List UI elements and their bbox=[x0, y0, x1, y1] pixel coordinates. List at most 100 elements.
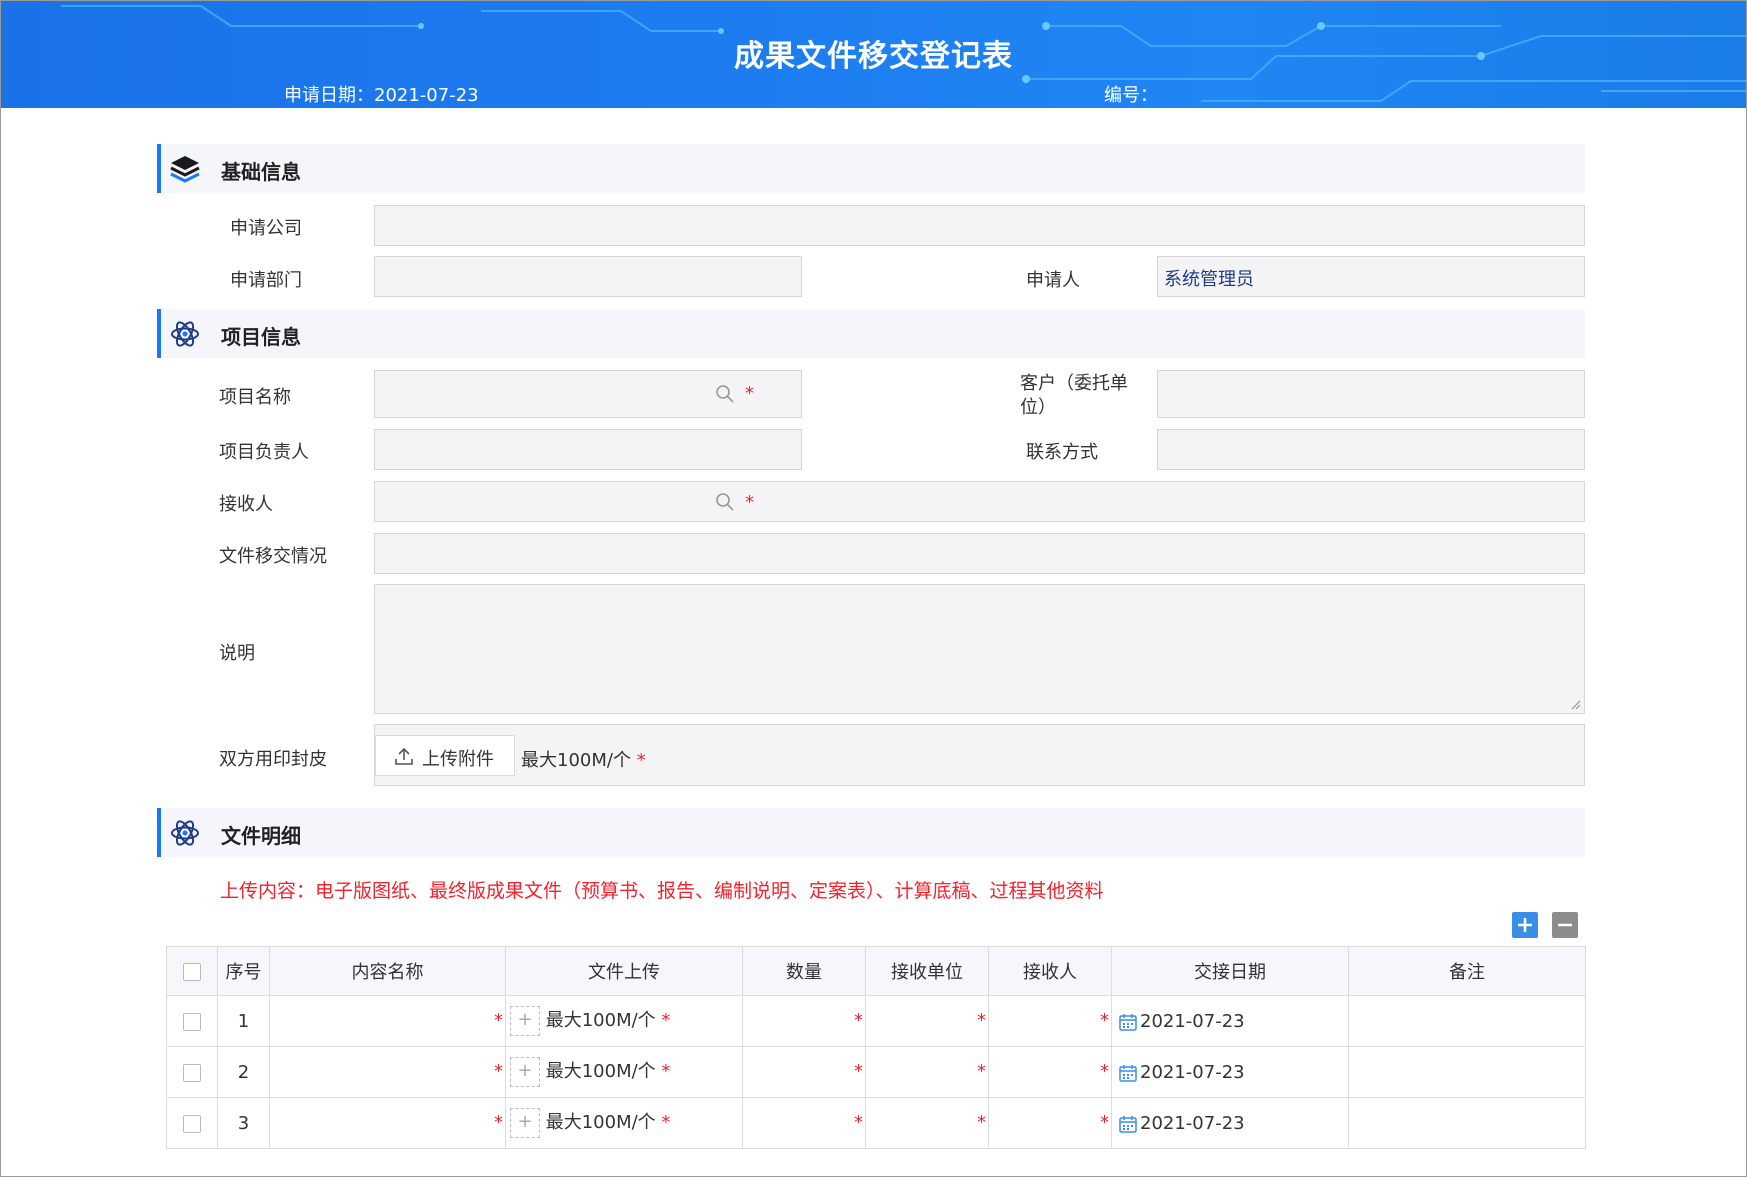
required-mark: * bbox=[977, 1061, 986, 1082]
remarks-cell[interactable] bbox=[1348, 1097, 1586, 1149]
quantity-cell[interactable]: * bbox=[742, 995, 866, 1047]
header-banner: 成果文件移交登记表 申请日期：2021-07-23 编号： bbox=[1, 1, 1746, 108]
client-label-line-1: 客户（委托单 bbox=[1020, 373, 1128, 394]
contact-field[interactable] bbox=[1157, 429, 1585, 470]
upload-hint-text: 最大100M/个 bbox=[545, 1010, 656, 1031]
table-row: 3 * + 最大100M/个 * * * * 2021-07-23 bbox=[166, 1097, 1586, 1149]
department-field[interactable] bbox=[374, 256, 802, 297]
receiving-unit-cell[interactable]: * bbox=[865, 995, 989, 1047]
upload-hint-text: 最大100M/个 bbox=[545, 1061, 656, 1082]
file-upload-cell: + 最大100M/个 * bbox=[505, 995, 743, 1047]
row-checkbox[interactable] bbox=[183, 1012, 201, 1031]
applicant-field[interactable]: 系统管理员 bbox=[1157, 256, 1585, 297]
required-mark: * bbox=[854, 1112, 863, 1133]
add-row-button[interactable] bbox=[1512, 912, 1538, 938]
client-field[interactable] bbox=[1157, 370, 1585, 418]
handover-date-value: 2021-07-23 bbox=[1140, 1010, 1245, 1032]
upload-hint-text: 最大100M/个 bbox=[545, 1112, 656, 1133]
description-textarea[interactable] bbox=[374, 584, 1585, 714]
upload-button-label: 上传附件 bbox=[422, 749, 494, 770]
add-file-button[interactable]: + bbox=[510, 1006, 540, 1036]
receiver-label: 接收人 bbox=[219, 494, 273, 515]
remarks-cell[interactable] bbox=[1348, 995, 1586, 1047]
receiver-cell[interactable]: * bbox=[988, 995, 1112, 1047]
project-owner-field[interactable] bbox=[374, 429, 802, 470]
quantity-cell[interactable]: * bbox=[742, 1097, 866, 1149]
client-label: 客户（委托单 位） bbox=[1020, 372, 1128, 420]
project-owner-label: 项目负责人 bbox=[219, 442, 309, 463]
row-index: 1 bbox=[217, 995, 270, 1047]
row-select-cell[interactable] bbox=[166, 995, 218, 1047]
quantity-cell[interactable]: * bbox=[742, 1046, 866, 1098]
content-name-cell[interactable]: * bbox=[269, 1046, 506, 1098]
receiving-unit-cell[interactable]: * bbox=[865, 1046, 989, 1098]
transfer-status-label: 文件移交情况 bbox=[219, 546, 327, 567]
column-header: 数量 bbox=[742, 946, 866, 996]
search-icon[interactable] bbox=[715, 384, 735, 404]
file-detail-table: 序号 内容名称 文件上传 数量 接收单位 接收人 交接日期 备注 1 * + 最… bbox=[166, 946, 1586, 1149]
project-name-field[interactable]: * bbox=[374, 370, 802, 418]
receiver-field[interactable]: * bbox=[374, 481, 1585, 522]
required-mark: * bbox=[854, 1061, 863, 1082]
calendar-icon[interactable] bbox=[1118, 1063, 1138, 1083]
application-date: 申请日期：2021-07-23 bbox=[284, 85, 479, 106]
required-mark: * bbox=[661, 1061, 671, 1082]
section-file-details: 文件明细 bbox=[157, 808, 1585, 857]
required-mark: * bbox=[661, 1010, 671, 1031]
receiver-cell[interactable]: * bbox=[988, 1097, 1112, 1149]
contact-label: 联系方式 bbox=[1026, 442, 1098, 463]
table-row: 2 * + 最大100M/个 * * * * 2021-07-23 bbox=[166, 1046, 1586, 1098]
upload-hint-text: 最大100M/个 bbox=[521, 750, 631, 771]
upload-content-notice: 上传内容：电子版图纸、最终版成果文件（预算书、报告、编制说明、定案表）、计算底稿… bbox=[220, 880, 1104, 902]
upload-icon bbox=[395, 747, 413, 765]
table-header-row: 序号 内容名称 文件上传 数量 接收单位 接收人 交接日期 备注 bbox=[166, 946, 1586, 996]
row-select-cell[interactable] bbox=[166, 1097, 218, 1149]
select-all-checkbox[interactable] bbox=[183, 962, 201, 981]
required-mark: * bbox=[745, 492, 754, 513]
content-name-cell[interactable]: * bbox=[269, 995, 506, 1047]
required-mark: * bbox=[1100, 1010, 1109, 1031]
required-mark: * bbox=[1100, 1061, 1109, 1082]
handover-date-cell[interactable]: 2021-07-23 bbox=[1111, 995, 1349, 1047]
row-select-cell[interactable] bbox=[166, 1046, 218, 1098]
content-name-cell[interactable]: * bbox=[269, 1097, 506, 1149]
section-title: 基础信息 bbox=[221, 160, 301, 184]
resize-handle-icon[interactable] bbox=[1571, 700, 1581, 710]
column-header: 序号 bbox=[217, 946, 270, 996]
seal-cover-label: 双方用印封皮 bbox=[219, 749, 327, 770]
section-basic-info: 基础信息 bbox=[157, 144, 1585, 193]
required-mark: * bbox=[636, 750, 646, 771]
page-title: 成果文件移交登记表 bbox=[734, 39, 1013, 74]
remarks-cell[interactable] bbox=[1348, 1046, 1586, 1098]
upload-size-hint: 最大100M/个 * bbox=[521, 746, 646, 772]
row-checkbox[interactable] bbox=[183, 1063, 201, 1082]
minus-icon bbox=[1558, 923, 1572, 927]
plus-icon bbox=[1518, 918, 1532, 932]
search-icon[interactable] bbox=[715, 492, 735, 512]
calendar-icon[interactable] bbox=[1118, 1114, 1138, 1134]
receiver-cell[interactable]: * bbox=[988, 1046, 1112, 1098]
required-mark: * bbox=[494, 1010, 503, 1031]
calendar-icon[interactable] bbox=[1118, 1012, 1138, 1032]
column-header: 交接日期 bbox=[1111, 946, 1349, 996]
receiving-unit-cell[interactable]: * bbox=[865, 1097, 989, 1149]
row-checkbox[interactable] bbox=[183, 1114, 201, 1133]
handover-date-value: 2021-07-23 bbox=[1140, 1061, 1245, 1083]
table-row: 1 * + 最大100M/个 * * * * 2021-07-23 bbox=[166, 995, 1586, 1047]
select-all-cell[interactable] bbox=[166, 946, 218, 996]
row-index: 3 bbox=[217, 1097, 270, 1149]
required-mark: * bbox=[977, 1112, 986, 1133]
upload-attachment-button[interactable]: 上传附件 bbox=[375, 735, 515, 776]
transfer-status-field[interactable] bbox=[374, 533, 1585, 574]
handover-date-cell[interactable]: 2021-07-23 bbox=[1111, 1046, 1349, 1098]
section-title: 文件明细 bbox=[221, 824, 301, 848]
add-file-button[interactable]: + bbox=[510, 1108, 540, 1138]
atom-icon bbox=[171, 820, 199, 846]
department-label: 申请部门 bbox=[230, 270, 302, 291]
handover-date-cell[interactable]: 2021-07-23 bbox=[1111, 1097, 1349, 1149]
delete-row-button[interactable] bbox=[1552, 912, 1578, 938]
company-field[interactable] bbox=[374, 205, 1585, 246]
company-label: 申请公司 bbox=[230, 218, 302, 239]
section-project-info: 项目信息 bbox=[157, 309, 1585, 358]
add-file-button[interactable]: + bbox=[510, 1057, 540, 1087]
